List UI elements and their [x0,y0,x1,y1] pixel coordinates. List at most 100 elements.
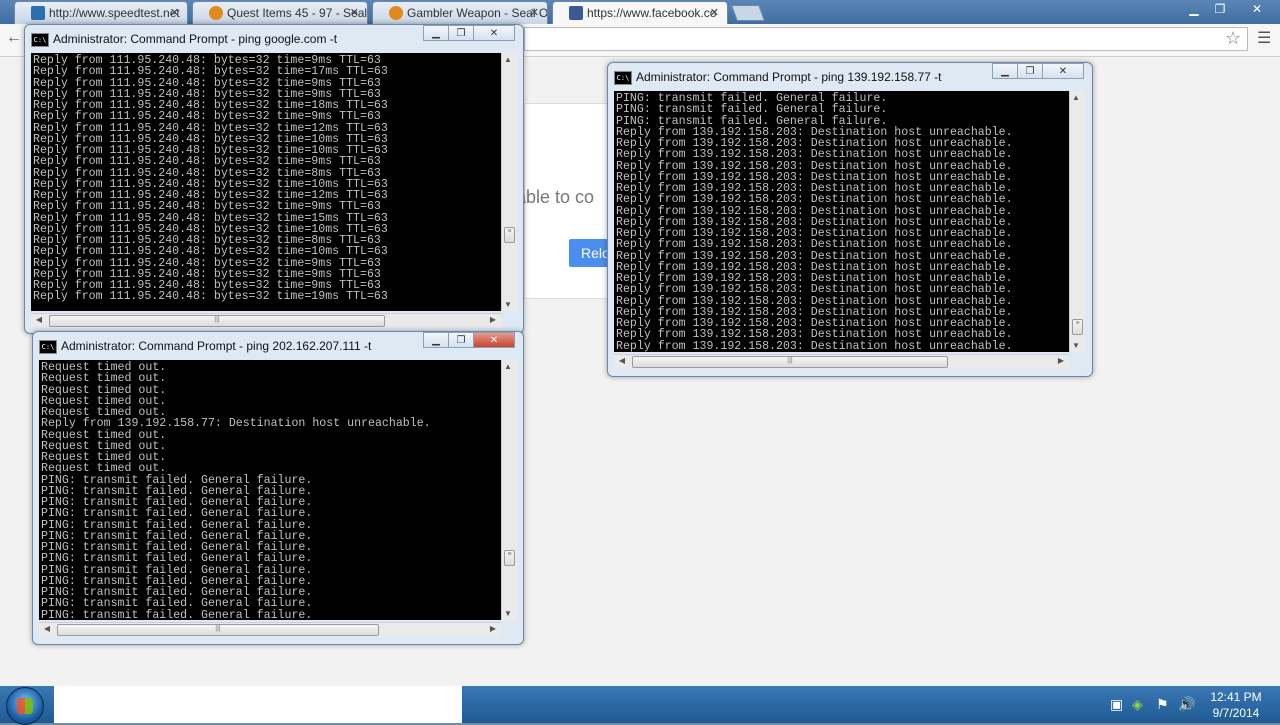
scroll-thumb[interactable]: ||| [57,624,379,636]
console-line: Reply from 139.192.158.203: Destination … [616,283,1013,297]
scroll-thumb[interactable]: ≡ [504,550,515,566]
scroll-up-arrow-icon[interactable]: ▲ [502,55,514,64]
address-bar[interactable] [524,27,1248,51]
scroll-down-arrow-icon[interactable]: ▼ [1070,341,1082,350]
cmd-window-ping-google[interactable]: C:\ Administrator: Command Prompt - ping… [24,24,524,334]
minimize-icon[interactable]: ▁ [423,25,449,41]
console-line: Reply from 111.95.240.48: bytes=32 time=… [33,110,381,124]
horizontal-scrollbar[interactable]: ◀ ||| ▶ [39,622,501,637]
browser-tab-strip: http://www.speedtest.net ✕ Quest Items 4… [0,0,1280,24]
scroll-thumb[interactable]: ≡ [1072,319,1083,335]
scroll-up-arrow-icon[interactable]: ▲ [1070,93,1082,102]
volume-icon[interactable]: 🔊 [1178,696,1195,713]
close-icon[interactable]: ✕ [473,332,515,348]
console-line: Reply from 139.192.158.203: Destination … [616,193,1013,207]
seal-online-favicon-icon [209,6,223,20]
tab-facebook[interactable]: https://www.facebook.co ✕ [552,1,728,24]
console-line: PING: transmit failed. General failure. [41,507,313,521]
minimize-icon[interactable]: ▁ [423,332,449,348]
error-message: able to co [516,187,595,207]
window-title-text: Administrator: Command Prompt - ping 139… [636,70,942,84]
clock[interactable]: 12:41 PM 9/7/2014 [1206,689,1266,721]
console-line: Reply from 111.95.240.48: bytes=32 time=… [33,155,381,169]
scroll-left-arrow-icon[interactable]: ◀ [616,356,628,365]
window-title-text: Administrator: Command Prompt - ping 202… [61,339,372,353]
close-icon[interactable]: ✕ [473,25,515,41]
new-tab-button[interactable] [731,5,765,21]
scroll-right-arrow-icon[interactable]: ▶ [1055,356,1067,365]
window-title: C:\ Administrator: Command Prompt - ping… [614,65,941,89]
tab-title: http://www.speedtest.net [49,6,180,20]
bookmark-star-icon[interactable]: ☆ [1225,28,1241,49]
facebook-favicon-icon [569,6,583,20]
window-title: C:\ Administrator: Command Prompt - ping… [31,27,337,51]
clock-date: 9/7/2014 [1212,706,1260,720]
window-title-text: Administrator: Command Prompt - ping goo… [53,32,338,46]
console-line: Reply from 139.192.158.203: Destination … [616,238,1013,252]
scroll-left-arrow-icon[interactable]: ◀ [41,624,53,633]
console-lines: Request timed out. Request timed out. Requ… [39,360,501,620]
scroll-right-arrow-icon[interactable]: ▶ [487,624,499,633]
window-controls: ▁ ❐ ✕ [423,25,515,43]
console-output: PING: transmit failed. General failure. P… [614,91,1069,352]
vertical-scrollbar[interactable]: ▲ ≡ ▼ [501,360,517,620]
console-output: Reply from 111.95.240.48: bytes=32 time=… [31,53,501,311]
tab-close-icon[interactable]: ✕ [350,6,359,19]
console-lines: Reply from 111.95.240.48: bytes=32 time=… [31,53,501,303]
start-button[interactable] [6,687,44,725]
tab-close-icon[interactable]: ✕ [530,6,539,19]
nvidia-icon[interactable]: ◈ [1132,696,1143,713]
network-flag-icon[interactable]: ⚑ [1156,696,1169,713]
scroll-thumb[interactable]: ||| [49,315,385,327]
window-title: C:\ Administrator: Command Prompt - ping… [39,334,371,358]
maximize-icon[interactable]: ❐ [448,25,474,41]
browser-maximize-icon[interactable]: ❐ [1206,0,1234,18]
tab-gambler-weapon[interactable]: Gambler Weapon - Seal O ✕ [372,1,548,24]
console-line: Request timed out. [41,462,167,476]
console-line: Reply from 111.95.240.48: bytes=32 time=… [33,65,388,79]
console-line: PING: transmit failed. General failure. [41,608,313,620]
console-line: Reply from 111.95.240.48: bytes=32 time=… [33,290,388,304]
vertical-scrollbar[interactable]: ▲ ≡ ▼ [501,53,517,311]
tab-quest-items[interactable]: Quest Items 45 - 97 - Seal ✕ [192,1,368,24]
clock-time: 12:41 PM [1210,690,1262,704]
window-controls: ▁ ❐ ✕ [423,332,515,350]
console-line: Reply from 111.95.240.48: bytes=32 time=… [33,245,388,259]
tab-title: https://www.facebook.co [587,6,717,20]
console-line: Reply from 111.95.240.48: bytes=32 time=… [33,200,381,214]
tab-close-icon[interactable]: ✕ [170,6,179,19]
vertical-scrollbar[interactable]: ▲ ≡ ▼ [1069,91,1085,352]
tab-title: Quest Items 45 - 97 - Seal [227,6,368,20]
console-line: Reply from 139.192.158.203: Destination … [616,328,1013,342]
console-line: PING: transmit failed. General failure. [41,597,313,611]
scroll-right-arrow-icon[interactable]: ▶ [487,315,499,324]
window-controls: ▁ ❐ ✕ [992,63,1084,81]
seal-online-favicon-icon [389,6,403,20]
browser-close-icon[interactable]: ✕ [1240,0,1274,18]
tab-speedtest[interactable]: http://www.speedtest.net ✕ [14,1,188,24]
console-line: Request timed out. [41,372,167,386]
console-line: PING: transmit failed. General failure. [616,103,888,117]
browser-minimize-icon[interactable]: ▁ [1180,0,1208,18]
horizontal-scrollbar[interactable]: ◀ ||| ▶ [614,354,1069,369]
console-line: Reply from 139.192.158.203: Destination … [616,148,1013,162]
scroll-thumb[interactable]: ≡ [504,227,515,243]
action-center-icon[interactable]: ▣ [1110,696,1123,713]
minimize-icon[interactable]: ▁ [992,63,1018,79]
cmd-window-ping-202-162-207-111[interactable]: C:\ Administrator: Command Prompt - ping… [32,331,524,645]
scroll-up-arrow-icon[interactable]: ▲ [502,362,514,371]
tab-close-icon[interactable]: ✕ [710,6,719,19]
scroll-down-arrow-icon[interactable]: ▼ [502,609,514,618]
back-arrow-icon[interactable]: ← [6,29,22,47]
scroll-left-arrow-icon[interactable]: ◀ [33,315,45,324]
horizontal-scrollbar[interactable]: ◀ ||| ▶ [31,313,501,328]
maximize-icon[interactable]: ❐ [448,332,474,348]
menu-icon[interactable]: ☰ [1257,28,1271,48]
scroll-thumb[interactable]: ||| [632,356,948,368]
maximize-icon[interactable]: ❐ [1017,63,1043,79]
speedtest-favicon-icon [31,6,45,20]
scroll-down-arrow-icon[interactable]: ▼ [502,300,514,309]
cmd-window-ping-139-192-158-77[interactable]: C:\ Administrator: Command Prompt - ping… [607,62,1093,377]
close-icon[interactable]: ✕ [1042,63,1084,79]
cmd-icon: C:\ [31,33,49,47]
